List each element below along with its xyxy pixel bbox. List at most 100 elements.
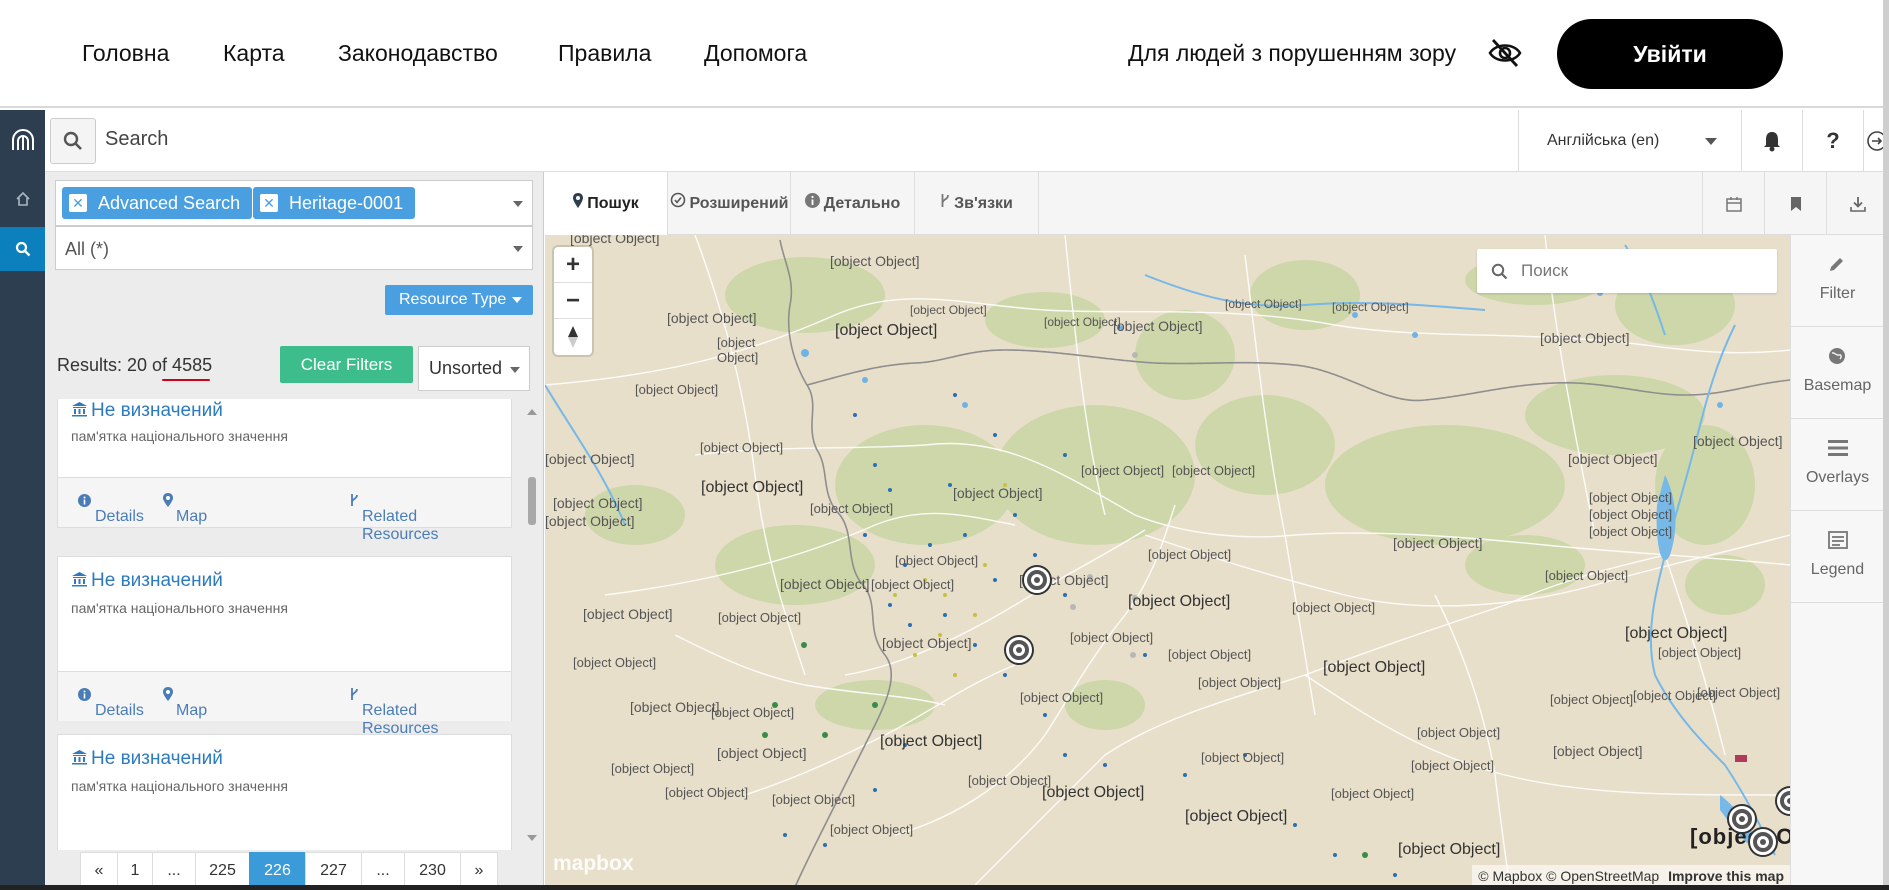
globe-icon bbox=[1829, 348, 1845, 364]
overlays-button[interactable]: Overlays bbox=[1791, 419, 1884, 511]
search-icon[interactable] bbox=[0, 227, 45, 271]
place-label: [object Object] bbox=[1323, 659, 1426, 676]
place-label: [object Object] bbox=[611, 761, 695, 776]
close-icon[interactable]: ✕ bbox=[260, 194, 278, 212]
tab-details[interactable]: Детально bbox=[791, 172, 915, 235]
clear-filters-button[interactable]: Clear Filters bbox=[280, 346, 413, 383]
tab-advanced[interactable]: Розширений bbox=[668, 172, 791, 235]
bank-icon bbox=[72, 750, 87, 765]
list-item[interactable]: Не визначений пам'ятка національного зна… bbox=[57, 399, 512, 543]
eye-slash-icon[interactable] bbox=[1488, 38, 1522, 68]
resource-type-button[interactable]: Resource Type bbox=[385, 285, 533, 315]
chevron-down-icon[interactable] bbox=[513, 201, 523, 207]
nav-rules[interactable]: Правила bbox=[558, 40, 651, 67]
zoom-out-button[interactable]: − bbox=[554, 283, 592, 319]
place-label: [object Object] bbox=[1020, 690, 1104, 705]
zoom-in-button[interactable]: + bbox=[554, 247, 592, 283]
place-label: [object Object] bbox=[717, 745, 807, 761]
filter-tag-heritage[interactable]: ✕ Heritage-0001 bbox=[253, 187, 416, 219]
sort-select[interactable]: Unsorted bbox=[418, 346, 530, 391]
map-marker[interactable] bbox=[1006, 637, 1032, 663]
map-search-input[interactable]: Поиск bbox=[1477, 249, 1777, 293]
map-marker[interactable] bbox=[1729, 806, 1755, 832]
place-label: [object Object] bbox=[570, 235, 660, 246]
tab-relations[interactable]: Зв'язки bbox=[915, 172, 1039, 235]
map-link[interactable]: Map bbox=[163, 493, 207, 525]
download-button[interactable] bbox=[1826, 172, 1888, 235]
place-label: [object Object] bbox=[830, 253, 920, 269]
details-label: Details bbox=[95, 508, 144, 525]
nav-home[interactable]: Головна bbox=[82, 40, 169, 67]
close-icon[interactable]: ✕ bbox=[69, 194, 87, 212]
place-label: [object Object] bbox=[583, 606, 673, 622]
related-resources-link[interactable]: Related Resources bbox=[350, 493, 438, 543]
compass-button[interactable] bbox=[554, 319, 592, 355]
filter-tags-box[interactable]: ✕ Advanced Search ✕ Heritage-0001 bbox=[55, 180, 533, 226]
mapbox-logo[interactable]: mapbox bbox=[553, 852, 634, 876]
place-label: [object Object] bbox=[1332, 300, 1409, 314]
attribution-text[interactable]: © Mapbox © OpenStreetMap bbox=[1478, 868, 1659, 884]
search-results-panel: ✕ Advanced Search ✕ Heritage-0001 All (*) … bbox=[45, 172, 544, 890]
tab-search[interactable]: Пошук bbox=[545, 172, 668, 235]
map-view[interactable]: [object Object] [object Object] [object … bbox=[545, 235, 1790, 887]
map-search-placeholder: Поиск bbox=[1521, 261, 1569, 280]
notifications-button[interactable] bbox=[1741, 110, 1802, 172]
details-link[interactable]: Details bbox=[78, 493, 144, 525]
search-input[interactable]: Search bbox=[105, 128, 168, 151]
list-item[interactable]: Не визначений пам'ятка національного зна… bbox=[57, 556, 512, 737]
filter-button[interactable]: Filter bbox=[1791, 235, 1884, 327]
related-label: Related Resources bbox=[362, 702, 439, 737]
calendar-button[interactable] bbox=[1702, 172, 1764, 235]
place-label: [object Object] bbox=[1545, 568, 1629, 583]
related-resources-link[interactable]: Related Resources bbox=[350, 687, 438, 737]
nav-help[interactable]: Допомога bbox=[704, 40, 807, 67]
results-scrollbar[interactable] bbox=[525, 405, 539, 845]
help-icon[interactable]: ? bbox=[1802, 110, 1863, 172]
scope-select[interactable]: All (*) bbox=[55, 226, 533, 270]
place-label: [object Object] bbox=[1042, 784, 1145, 801]
search-button[interactable] bbox=[50, 118, 96, 164]
page-scrollbar[interactable] bbox=[1883, 0, 1889, 890]
results-list[interactable]: Не визначений пам'ятка національного зна… bbox=[45, 399, 544, 850]
language-value: Англійська (en) bbox=[1547, 132, 1660, 149]
place-label: [object Object] bbox=[718, 610, 802, 625]
map-marker[interactable] bbox=[1750, 829, 1776, 855]
place-label: [object Object] bbox=[1168, 647, 1252, 662]
result-title-text: Не визначений bbox=[91, 748, 223, 769]
logo-icon[interactable] bbox=[0, 119, 45, 163]
place-label: [object Object] bbox=[1658, 645, 1742, 660]
place-label: [object Object] bbox=[1331, 786, 1415, 801]
list-item[interactable]: Не визначений пам'ятка національного зна… bbox=[57, 734, 512, 850]
place-label: [object Object] bbox=[1128, 593, 1231, 610]
details-link[interactable]: Details bbox=[78, 687, 144, 719]
language-select[interactable]: Англійська (en) bbox=[1518, 110, 1741, 172]
nav-map[interactable]: Карта bbox=[223, 40, 285, 67]
accessibility-link[interactable]: Для людей з порушенням зору bbox=[1128, 40, 1456, 67]
place-label: [object Object] bbox=[968, 773, 1052, 788]
nav-legislation[interactable]: Законодавство bbox=[338, 40, 498, 67]
home-icon[interactable] bbox=[0, 177, 45, 221]
place-label: [object Object] bbox=[880, 733, 983, 750]
legend-icon bbox=[1828, 531, 1848, 549]
place-label: [object Object] bbox=[953, 485, 1043, 501]
result-subtitle: пам'ятка національного значення bbox=[71, 600, 288, 616]
bookmark-button[interactable] bbox=[1764, 172, 1826, 235]
map-marker[interactable] bbox=[1024, 567, 1050, 593]
place-label: [object Object] bbox=[772, 792, 856, 807]
map-link[interactable]: Map bbox=[163, 687, 207, 719]
place-label: [object Object] bbox=[1550, 692, 1634, 707]
login-button[interactable]: Увійти bbox=[1557, 19, 1783, 89]
basemap-button[interactable]: Basemap bbox=[1791, 327, 1884, 419]
check-circle-icon bbox=[670, 192, 685, 208]
app-header: Search Англійська (en) ? bbox=[45, 110, 1889, 172]
legend-button[interactable]: Legend bbox=[1791, 511, 1884, 603]
result-title[interactable]: Не визначений bbox=[71, 748, 223, 770]
result-title[interactable]: Не визначений bbox=[71, 400, 223, 422]
filter-tag-advanced-search[interactable]: ✕ Advanced Search bbox=[62, 187, 253, 219]
search-icon bbox=[63, 131, 82, 150]
place-label: [object Object] bbox=[871, 577, 955, 592]
result-title[interactable]: Не визначений bbox=[71, 570, 223, 592]
place-label: [object Object] bbox=[1070, 630, 1154, 645]
improve-map-link[interactable]: Improve this map bbox=[1668, 868, 1784, 884]
fork-icon bbox=[941, 194, 949, 207]
